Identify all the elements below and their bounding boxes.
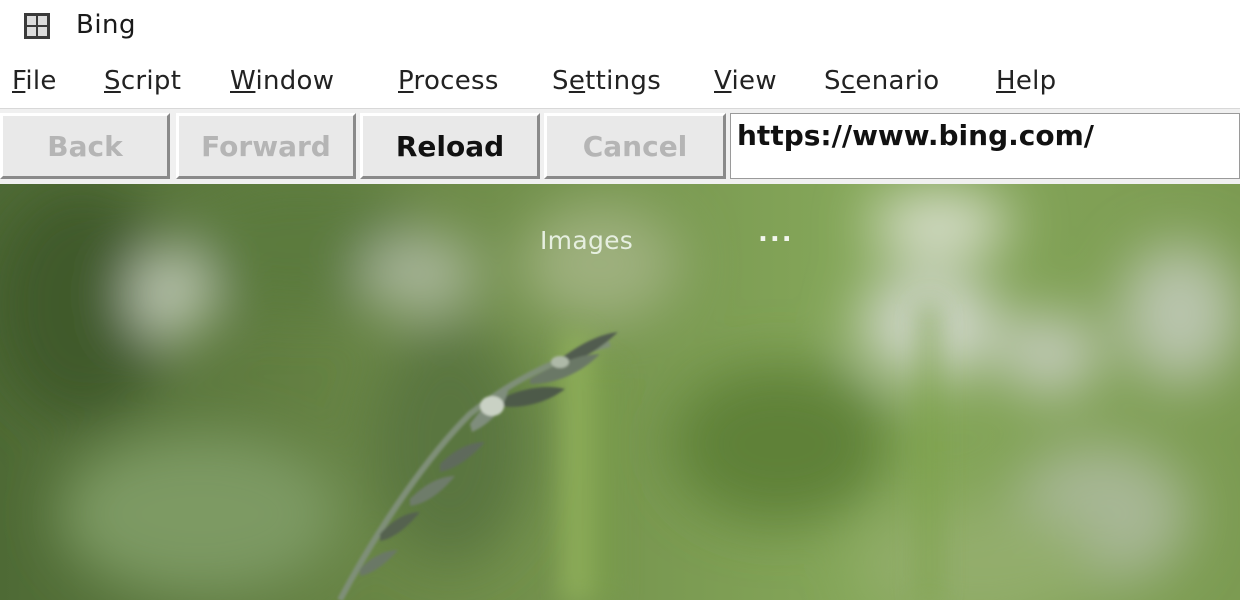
menu-mnemonic: e	[568, 66, 586, 96]
menu-mnemonic: S	[104, 66, 121, 96]
menu-script[interactable]: Script	[104, 66, 181, 96]
menu-window[interactable]: Window	[230, 66, 334, 96]
menu-mnemonic: c	[840, 66, 856, 96]
back-button[interactable]: Back	[0, 113, 170, 179]
menu-label-rest: cript	[120, 66, 182, 96]
cancel-button[interactable]: Cancel	[544, 113, 726, 179]
menu-settings[interactable]: Settings	[552, 66, 661, 96]
menu-label-rest: ttings	[585, 66, 662, 96]
menu-mnemonic: F	[12, 66, 26, 96]
menu-scenario[interactable]: Scenario	[824, 66, 939, 96]
menu-view[interactable]: View	[714, 66, 777, 96]
window-titlebar: Bing	[0, 0, 1240, 56]
forward-button[interactable]: Forward	[176, 113, 356, 179]
menu-label-rest: iew	[731, 66, 777, 96]
window-title: Bing	[76, 10, 137, 40]
nav-images-link[interactable]: Images	[540, 226, 633, 255]
menu-label-rest: ile	[25, 66, 57, 96]
menu-label-rest: indow	[255, 66, 335, 96]
menu-label-rest: enario	[855, 66, 940, 96]
reload-button[interactable]: Reload	[360, 113, 540, 179]
menu-bar: File Script Window Process Settings View…	[0, 62, 1240, 108]
menu-label-pre: S	[552, 66, 569, 96]
menu-file[interactable]: File	[12, 66, 57, 96]
menu-mnemonic: H	[996, 66, 1016, 96]
menu-process[interactable]: Process	[398, 66, 499, 96]
browser-toolbar: Back Forward Reload Cancel https://www.b…	[0, 108, 1240, 185]
menu-label-rest: elp	[1015, 66, 1057, 96]
url-field[interactable]: https://www.bing.com/	[730, 113, 1240, 179]
more-options-icon[interactable]: ...	[758, 218, 794, 248]
menu-mnemonic: P	[398, 66, 414, 96]
menu-label-rest: rocess	[413, 66, 499, 96]
web-content: Images ...	[0, 184, 1240, 600]
menu-label-pre: S	[824, 66, 841, 96]
app-grid-icon	[24, 13, 50, 39]
menu-mnemonic: V	[714, 66, 732, 96]
menu-help[interactable]: Help	[996, 66, 1056, 96]
menu-mnemonic: W	[230, 66, 256, 96]
